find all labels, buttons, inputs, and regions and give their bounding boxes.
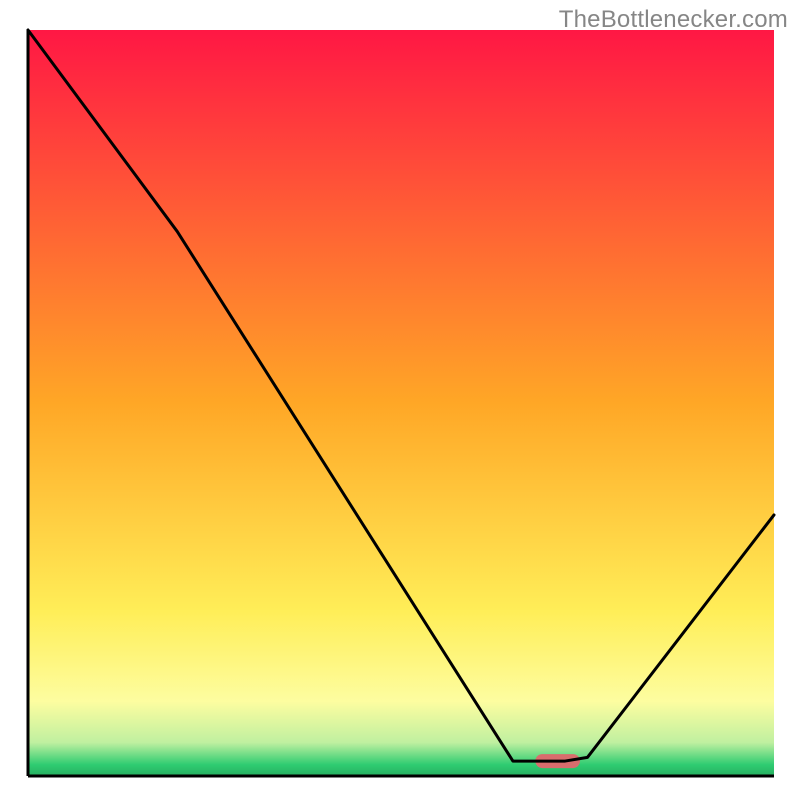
- chart-container: TheBottlenecker.com: [0, 0, 800, 800]
- bottleneck-chart: [0, 0, 800, 800]
- watermark-text: TheBottlenecker.com: [559, 6, 788, 34]
- plot-background: [28, 30, 774, 776]
